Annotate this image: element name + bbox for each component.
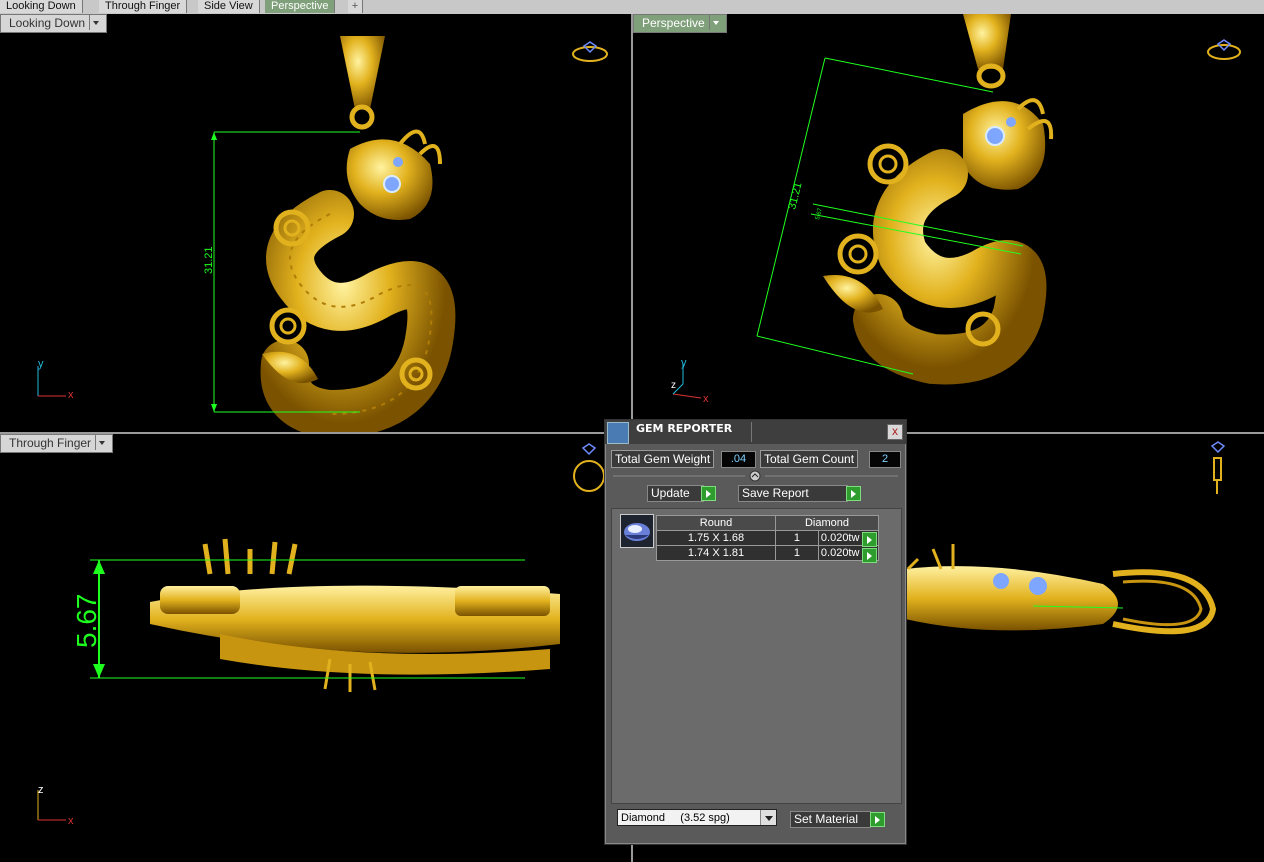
material-select[interactable]: Diamond (3.52 spg): [617, 809, 777, 826]
add-tab-button[interactable]: +: [348, 0, 363, 13]
svg-text:y: y: [681, 358, 687, 369]
chevron-down-icon[interactable]: [760, 810, 776, 825]
total-gem-weight-label: Total Gem Weight: [611, 450, 715, 468]
dragon-pendant-side-render: 5.67: [71, 443, 605, 692]
set-material-button[interactable]: Set Material: [790, 811, 871, 828]
axis-indicator: y z x: [661, 358, 721, 406]
svg-text:y: y: [38, 360, 44, 370]
viewport-looking-down[interactable]: Looking Down 31.21 y x: [0, 14, 631, 432]
collapse-icon[interactable]: [605, 469, 906, 483]
column-header-material: Diamond: [775, 515, 879, 531]
total-gem-count-value: 2: [869, 451, 901, 468]
row-1-go-icon[interactable]: [862, 532, 877, 547]
close-button[interactable]: x: [887, 424, 903, 440]
set-material-button-label: Set Material: [794, 812, 859, 826]
save-report-go-icon[interactable]: [846, 486, 861, 501]
viewport-perspective[interactable]: Perspective 31.21 5.67 y z x: [633, 14, 1264, 432]
viewport-through-finger[interactable]: Through Finger 5.67 z x: [0, 434, 631, 862]
svg-text:x: x: [68, 389, 74, 400]
total-gem-count-label: Total Gem Count: [760, 450, 859, 468]
svg-text:z: z: [671, 380, 676, 391]
pendant-gem-icon[interactable]: [1210, 441, 1226, 494]
tab-through-finger[interactable]: Through Finger: [99, 0, 188, 13]
viewport-tab-strip: Looking Down Through Finger Side View Pe…: [0, 0, 1264, 14]
save-report-button-label: Save Report: [742, 486, 809, 500]
ring-side-icon[interactable]: [573, 443, 605, 492]
dragon-pendant-front-render: 31.21: [203, 36, 608, 432]
dimension-height-label: 31.21: [203, 246, 215, 274]
title-divider: [751, 422, 752, 442]
gem-reporter-title-bar[interactable]: GEM REPORTER x: [605, 420, 906, 444]
panel-title: GEM REPORTER: [636, 422, 733, 435]
table-row[interactable]: 1.74 X 1.81 1 0.020tw: [656, 545, 880, 561]
svg-text:x: x: [68, 815, 74, 826]
material-select-value: Diamond (3.52 spg): [621, 812, 730, 824]
tab-looking-down[interactable]: Looking Down: [0, 0, 83, 13]
gem-table-header: Round Diamond: [656, 515, 879, 531]
gem-size: 1.74 X 1.81: [656, 545, 776, 561]
gem-count: 1: [775, 530, 819, 546]
gem-count: 1: [775, 545, 819, 561]
column-header-shape: Round: [656, 515, 776, 531]
update-button-label: Update: [651, 486, 690, 500]
tab-side-view[interactable]: Side View: [198, 0, 260, 13]
gem-list[interactable]: Round Diamond 1.75 X 1.68 1 0.020tw 1.74…: [611, 508, 902, 804]
table-row[interactable]: 1.75 X 1.68 1 0.020tw: [656, 530, 880, 546]
svg-text:z: z: [38, 784, 44, 796]
gem-reporter-icon: [607, 422, 629, 444]
dimension-height-label: 31.21: [786, 181, 804, 211]
gem-thumbnail-icon: [620, 514, 654, 548]
gem-size: 1.75 X 1.68: [656, 530, 776, 546]
ring-gem-icon[interactable]: [572, 41, 608, 62]
gem-reporter-panel[interactable]: GEM REPORTER x Total Gem Weight .04 Tota…: [604, 419, 907, 845]
axis-indicator: y x: [30, 360, 80, 400]
total-gem-weight-value: .04: [721, 451, 756, 468]
update-button[interactable]: Update: [647, 485, 704, 502]
gem-table: Round Diamond 1.75 X 1.68 1 0.020tw 1.74…: [656, 515, 880, 561]
dragon-pendant-perspective-render: 31.21 5.67: [756, 14, 1241, 385]
svg-text:x: x: [703, 393, 709, 405]
update-go-icon[interactable]: [701, 486, 716, 501]
row-2-go-icon[interactable]: [862, 548, 877, 563]
save-report-button[interactable]: Save Report: [738, 485, 848, 502]
axis-indicator: z x: [30, 784, 80, 826]
dimension-thickness-label: 5.67: [71, 594, 102, 649]
tab-perspective[interactable]: Perspective: [265, 0, 336, 13]
dimension-depth-label: 5.67: [815, 207, 824, 220]
set-material-go-icon[interactable]: [870, 812, 885, 827]
ring-gem-icon[interactable]: [1207, 39, 1241, 60]
